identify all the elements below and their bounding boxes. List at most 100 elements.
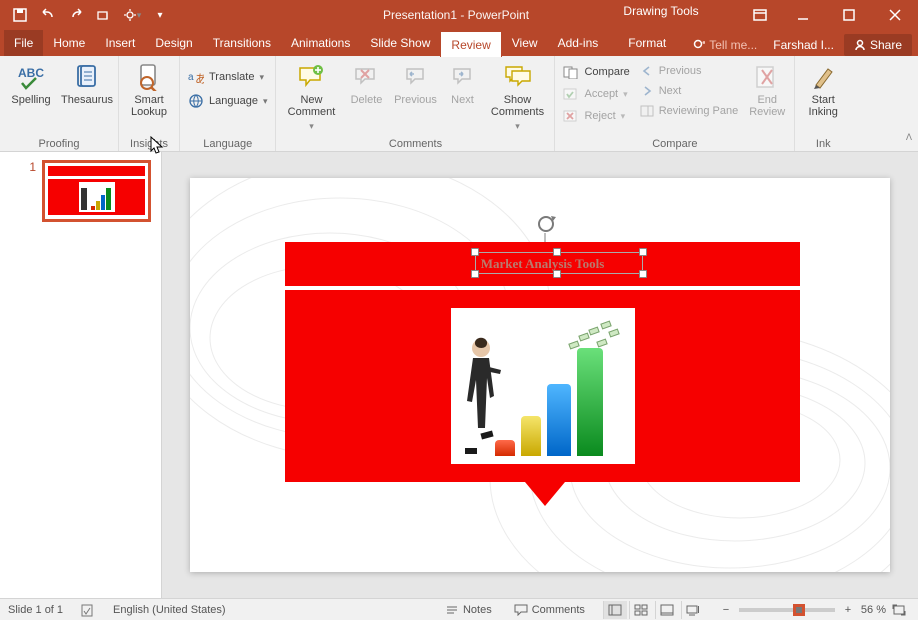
- thumbnail-pane[interactable]: 1: [0, 152, 162, 598]
- reject-icon: [563, 109, 579, 123]
- language-label: Language: [209, 95, 258, 107]
- end-review-icon: [754, 62, 780, 92]
- tab-view[interactable]: View: [502, 30, 548, 56]
- svg-text:ABC: ABC: [18, 66, 44, 80]
- start-from-beginning-button[interactable]: [92, 3, 116, 27]
- show-comments-icon: [503, 62, 531, 92]
- normal-view-button[interactable]: [603, 601, 627, 619]
- previous-comment-button: Previous: [390, 60, 440, 108]
- share-button[interactable]: Share: [844, 34, 912, 56]
- redo-button[interactable]: [64, 3, 88, 27]
- save-button[interactable]: [8, 3, 32, 27]
- chart-image[interactable]: [451, 308, 635, 464]
- compare-next-button: Next: [636, 82, 743, 100]
- thumbnail-slide-1[interactable]: 1: [29, 160, 151, 222]
- tell-me-search[interactable]: Tell me...: [687, 38, 763, 52]
- thumbnail-preview[interactable]: [42, 160, 151, 222]
- smart-lookup-button[interactable]: Smart Lookup: [123, 60, 175, 120]
- zoom-level[interactable]: 56 %: [861, 604, 886, 616]
- compare-previous-button: Previous: [636, 62, 743, 80]
- slideshow-view-button[interactable]: [681, 601, 705, 619]
- thumbnail-number: 1: [29, 160, 36, 222]
- spelling-button[interactable]: ABC Spelling: [4, 60, 58, 108]
- comments-label: Comments: [532, 604, 585, 616]
- language-status[interactable]: English (United States): [113, 604, 226, 616]
- slide-indicator[interactable]: Slide 1 of 1: [8, 604, 63, 616]
- callout-pointer: [525, 482, 565, 506]
- next-icon: [640, 85, 654, 97]
- maximize-button[interactable]: [826, 0, 872, 30]
- show-comments-label: Show Comments: [486, 94, 548, 118]
- end-review-button: End Review: [744, 60, 790, 120]
- workspace: 1: [0, 152, 918, 598]
- notes-label: Notes: [463, 604, 492, 616]
- tab-file[interactable]: File: [4, 30, 43, 56]
- translate-button[interactable]: aあTranslate: [184, 66, 271, 88]
- thesaurus-button[interactable]: Thesaurus: [60, 60, 114, 108]
- previous-comment-label: Previous: [394, 94, 437, 106]
- new-comment-label: New Comment: [282, 94, 340, 118]
- qat-customize-button[interactable]: ▾: [148, 3, 172, 27]
- chart-bar-blue: [547, 384, 571, 456]
- start-inking-button[interactable]: Start Inking: [799, 60, 847, 120]
- rotation-handle-icon[interactable]: [535, 213, 557, 235]
- compare-button[interactable]: Compare: [559, 62, 633, 82]
- minimize-button[interactable]: [780, 0, 826, 30]
- tab-slideshow[interactable]: Slide Show: [360, 30, 440, 56]
- reviewing-pane-icon: [640, 105, 654, 117]
- reviewing-pane-label: Reviewing Pane: [659, 105, 739, 117]
- smart-lookup-label: Smart Lookup: [125, 94, 173, 118]
- tab-animations[interactable]: Animations: [281, 30, 360, 56]
- account-name[interactable]: Farshad I...: [767, 38, 840, 52]
- tab-design[interactable]: Design: [145, 30, 202, 56]
- spelling-icon: ABC: [16, 62, 46, 92]
- content-shape[interactable]: [285, 290, 800, 482]
- close-button[interactable]: [872, 0, 918, 30]
- comments-button[interactable]: Comments: [510, 600, 589, 620]
- contextual-tab-header: Drawing Tools: [607, 4, 715, 18]
- tab-addins[interactable]: Add-ins: [548, 30, 609, 56]
- slide[interactable]: Market Analysis Tools: [190, 178, 890, 572]
- tab-insert[interactable]: Insert: [95, 30, 145, 56]
- spellcheck-status[interactable]: [77, 600, 99, 620]
- slide-title-text[interactable]: Market Analysis Tools: [481, 256, 605, 271]
- language-icon: [188, 93, 204, 109]
- ribbon: ABC Spelling Thesaurus Proofing Smart Lo…: [0, 56, 918, 152]
- group-language-label: Language: [184, 136, 271, 151]
- show-comments-button[interactable]: Show Comments ▾: [484, 60, 550, 134]
- accept-button: Accept: [559, 84, 633, 104]
- compare-previous-label: Previous: [659, 65, 702, 77]
- language-button[interactable]: Language: [184, 90, 271, 112]
- zoom-slider[interactable]: [739, 608, 835, 612]
- slide-sorter-view-button[interactable]: [629, 601, 653, 619]
- tab-home[interactable]: Home: [43, 30, 95, 56]
- zoom-control: − + 56 %: [719, 604, 910, 616]
- tab-format[interactable]: Format: [618, 30, 676, 56]
- collapse-ribbon-button[interactable]: ᐱ: [906, 132, 912, 143]
- group-language: aあTranslate Language Language: [180, 56, 276, 151]
- new-comment-button[interactable]: New Comment ▾: [280, 60, 342, 134]
- tab-transitions[interactable]: Transitions: [203, 30, 281, 56]
- previous-icon: [640, 65, 654, 77]
- previous-comment-icon: [402, 62, 428, 92]
- reject-button: Reject: [559, 106, 633, 126]
- next-comment-button: Next: [442, 60, 482, 108]
- view-buttons: [603, 601, 705, 619]
- svg-text:a: a: [188, 72, 194, 83]
- ribbon-display-options-button[interactable]: [740, 0, 780, 30]
- zoom-slider-thumb[interactable]: [793, 604, 805, 616]
- slide-canvas-area[interactable]: Market Analysis Tools: [162, 152, 918, 598]
- zoom-in-button[interactable]: +: [841, 604, 855, 616]
- fit-to-window-button[interactable]: [892, 604, 910, 616]
- translate-icon: aあ: [188, 69, 204, 85]
- notes-button[interactable]: Notes: [441, 600, 496, 620]
- thesaurus-label: Thesaurus: [61, 94, 113, 106]
- touch-mouse-mode-button[interactable]: ▾: [120, 3, 144, 27]
- spelling-label: Spelling: [11, 94, 50, 106]
- reading-view-button[interactable]: [655, 601, 679, 619]
- tab-review[interactable]: Review: [440, 31, 501, 57]
- start-inking-label: Start Inking: [801, 94, 845, 118]
- title-shape[interactable]: Market Analysis Tools: [285, 242, 800, 286]
- undo-button[interactable]: [36, 3, 60, 27]
- zoom-out-button[interactable]: −: [719, 604, 733, 616]
